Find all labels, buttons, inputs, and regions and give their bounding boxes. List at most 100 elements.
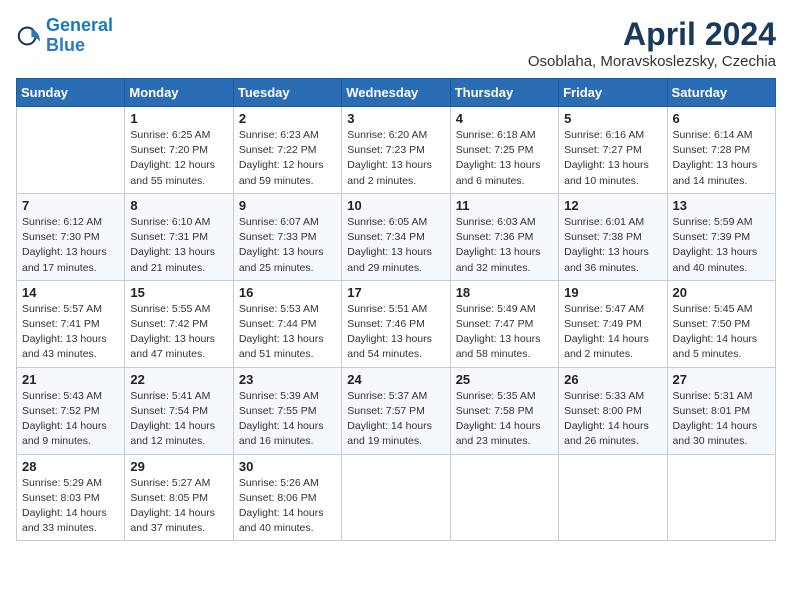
calendar-cell: 26 Sunrise: 5:33 AM Sunset: 8:00 PM Dayli… — [559, 367, 667, 454]
month-title: April 2024 — [528, 16, 776, 53]
calendar-header: SundayMondayTuesdayWednesdayThursdayFrid… — [17, 79, 776, 107]
day-info: Sunrise: 5:51 AM Sunset: 7:46 PM Dayligh… — [347, 302, 444, 363]
calendar-week-2: 7Sunrise: 6:12 AM Sunset: 7:30 PM Daylig… — [17, 193, 776, 280]
day-info: Sunrise: 5:37 AM Sunset: 7:57 PM Dayligh… — [347, 389, 444, 450]
calendar-cell: 18 Sunrise: 5:49 AM Sunset: 7:47 PM Dayli… — [450, 280, 558, 367]
day-info: Sunrise: 6:25 AM Sunset: 7:20 PM Dayligh… — [130, 128, 227, 189]
day-number: 9 — [239, 198, 336, 213]
calendar-cell — [667, 454, 775, 541]
day-number: 19 — [564, 285, 661, 300]
day-info: Sunrise: 5:47 AM Sunset: 7:49 PM Dayligh… — [564, 302, 661, 363]
day-info: Sunrise: 6:07 AM Sunset: 7:33 PM Dayligh… — [239, 215, 336, 276]
day-info: Sunrise: 6:10 AM Sunset: 7:31 PM Dayligh… — [130, 215, 227, 276]
calendar-cell: 25Sunrise: 5:35 AM Sunset: 7:58 PM Dayli… — [450, 367, 558, 454]
day-info: Sunrise: 6:16 AM Sunset: 7:27 PM Dayligh… — [564, 128, 661, 189]
day-info: Sunrise: 5:27 AM Sunset: 8:05 PM Dayligh… — [130, 476, 227, 537]
calendar-cell: 5 Sunrise: 6:16 AM Sunset: 7:27 PM Daylig… — [559, 107, 667, 194]
day-info: Sunrise: 6:12 AM Sunset: 7:30 PM Dayligh… — [22, 215, 119, 276]
day-number: 3 — [347, 111, 444, 126]
day-number: 11 — [456, 198, 553, 213]
day-info: Sunrise: 6:05 AM Sunset: 7:34 PM Dayligh… — [347, 215, 444, 276]
day-number: 16 — [239, 285, 336, 300]
logo-text: General Blue — [46, 16, 113, 56]
calendar-cell: 28 Sunrise: 5:29 AM Sunset: 8:03 PM Dayli… — [17, 454, 125, 541]
day-number: 17 — [347, 285, 444, 300]
weekday-header-sunday: Sunday — [17, 79, 125, 107]
calendar-cell: 29 Sunrise: 5:27 AM Sunset: 8:05 PM Dayli… — [125, 454, 233, 541]
day-number: 6 — [673, 111, 770, 126]
day-number: 13 — [673, 198, 770, 213]
day-number: 5 — [564, 111, 661, 126]
calendar-cell: 19 Sunrise: 5:47 AM Sunset: 7:49 PM Dayli… — [559, 280, 667, 367]
day-info: Sunrise: 5:33 AM Sunset: 8:00 PM Dayligh… — [564, 389, 661, 450]
day-info: Sunrise: 5:39 AM Sunset: 7:55 PM Dayligh… — [239, 389, 336, 450]
calendar-cell: 23 Sunrise: 5:39 AM Sunset: 7:55 PM Dayli… — [233, 367, 341, 454]
calendar-cell: 3 Sunrise: 6:20 AM Sunset: 7:23 PM Daylig… — [342, 107, 450, 194]
calendar-cell: 22 Sunrise: 5:41 AM Sunset: 7:54 PM Dayli… — [125, 367, 233, 454]
day-info: Sunrise: 5:41 AM Sunset: 7:54 PM Dayligh… — [130, 389, 227, 450]
calendar-cell: 21 Sunrise: 5:43 AM Sunset: 7:52 PM Dayli… — [17, 367, 125, 454]
day-info: Sunrise: 6:23 AM Sunset: 7:22 PM Dayligh… — [239, 128, 336, 189]
day-info: Sunrise: 5:59 AM Sunset: 7:39 PM Dayligh… — [673, 215, 770, 276]
day-number: 1 — [130, 111, 227, 126]
day-number: 29 — [130, 459, 227, 474]
day-info: Sunrise: 5:31 AM Sunset: 8:01 PM Dayligh… — [673, 389, 770, 450]
calendar-table: SundayMondayTuesdayWednesdayThursdayFrid… — [16, 78, 776, 541]
calendar-cell: 27Sunrise: 5:31 AM Sunset: 8:01 PM Dayli… — [667, 367, 775, 454]
weekday-header-thursday: Thursday — [450, 79, 558, 107]
day-number: 14 — [22, 285, 119, 300]
day-number: 20 — [673, 285, 770, 300]
weekday-header-friday: Friday — [559, 79, 667, 107]
calendar-cell: 11 Sunrise: 6:03 AM Sunset: 7:36 PM Dayli… — [450, 193, 558, 280]
day-number: 10 — [347, 198, 444, 213]
day-info: Sunrise: 5:49 AM Sunset: 7:47 PM Dayligh… — [456, 302, 553, 363]
day-info: Sunrise: 5:55 AM Sunset: 7:42 PM Dayligh… — [130, 302, 227, 363]
title-area: April 2024 Osoblaha, Moravskoslezsky, Cz… — [528, 16, 776, 70]
weekday-header-wednesday: Wednesday — [342, 79, 450, 107]
calendar-cell — [342, 454, 450, 541]
calendar-cell: 2 Sunrise: 6:23 AM Sunset: 7:22 PM Daylig… — [233, 107, 341, 194]
logo-line2: Blue — [46, 35, 85, 55]
calendar-cell: 1 Sunrise: 6:25 AM Sunset: 7:20 PM Daylig… — [125, 107, 233, 194]
calendar-cell: 10 Sunrise: 6:05 AM Sunset: 7:34 PM Dayli… — [342, 193, 450, 280]
day-info: Sunrise: 5:45 AM Sunset: 7:50 PM Dayligh… — [673, 302, 770, 363]
calendar-cell: 8 Sunrise: 6:10 AM Sunset: 7:31 PM Daylig… — [125, 193, 233, 280]
day-number: 28 — [22, 459, 119, 474]
day-number: 8 — [130, 198, 227, 213]
day-info: Sunrise: 5:35 AM Sunset: 7:58 PM Dayligh… — [456, 389, 553, 450]
day-number: 15 — [130, 285, 227, 300]
day-number: 12 — [564, 198, 661, 213]
day-number: 22 — [130, 372, 227, 387]
calendar-cell: 15 Sunrise: 5:55 AM Sunset: 7:42 PM Dayli… — [125, 280, 233, 367]
calendar-cell: 24 Sunrise: 5:37 AM Sunset: 7:57 PM Dayli… — [342, 367, 450, 454]
day-info: Sunrise: 5:43 AM Sunset: 7:52 PM Dayligh… — [22, 389, 119, 450]
day-number: 18 — [456, 285, 553, 300]
calendar-cell: 30Sunrise: 5:26 AM Sunset: 8:06 PM Dayli… — [233, 454, 341, 541]
day-info: Sunrise: 6:20 AM Sunset: 7:23 PM Dayligh… — [347, 128, 444, 189]
day-number: 21 — [22, 372, 119, 387]
calendar-cell: 14Sunrise: 5:57 AM Sunset: 7:41 PM Dayli… — [17, 280, 125, 367]
day-info: Sunrise: 5:53 AM Sunset: 7:44 PM Dayligh… — [239, 302, 336, 363]
calendar-cell — [559, 454, 667, 541]
calendar-cell: 12Sunrise: 6:01 AM Sunset: 7:38 PM Dayli… — [559, 193, 667, 280]
day-number: 30 — [239, 459, 336, 474]
day-number: 26 — [564, 372, 661, 387]
logo: General Blue — [16, 16, 113, 56]
day-number: 2 — [239, 111, 336, 126]
calendar-body: 1 Sunrise: 6:25 AM Sunset: 7:20 PM Daylig… — [17, 107, 776, 541]
day-info: Sunrise: 6:18 AM Sunset: 7:25 PM Dayligh… — [456, 128, 553, 189]
calendar-week-4: 21 Sunrise: 5:43 AM Sunset: 7:52 PM Dayli… — [17, 367, 776, 454]
calendar-cell: 6Sunrise: 6:14 AM Sunset: 7:28 PM Daylig… — [667, 107, 775, 194]
calendar-cell: 4Sunrise: 6:18 AM Sunset: 7:25 PM Daylig… — [450, 107, 558, 194]
day-number: 23 — [239, 372, 336, 387]
calendar-cell: 13 Sunrise: 5:59 AM Sunset: 7:39 PM Dayli… — [667, 193, 775, 280]
calendar-week-5: 28 Sunrise: 5:29 AM Sunset: 8:03 PM Dayli… — [17, 454, 776, 541]
weekday-header-monday: Monday — [125, 79, 233, 107]
calendar-cell — [17, 107, 125, 194]
weekday-header-tuesday: Tuesday — [233, 79, 341, 107]
day-info: Sunrise: 6:03 AM Sunset: 7:36 PM Dayligh… — [456, 215, 553, 276]
day-info: Sunrise: 5:29 AM Sunset: 8:03 PM Dayligh… — [22, 476, 119, 537]
logo-line1: General — [46, 15, 113, 35]
location-title: Osoblaha, Moravskoslezsky, Czechia — [528, 53, 776, 70]
day-number: 24 — [347, 372, 444, 387]
